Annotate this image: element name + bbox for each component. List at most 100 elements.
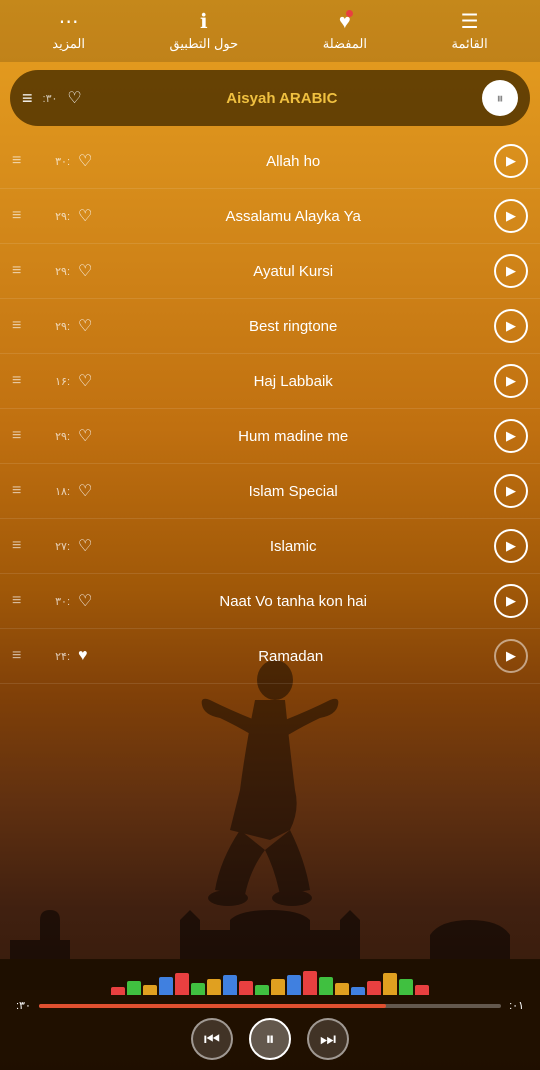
waveform-bar bbox=[255, 985, 269, 995]
about-icon: ℹ bbox=[200, 12, 208, 32]
song-title: Ayatul Kursi bbox=[100, 263, 486, 280]
now-playing-bar: ≡ ‪:۳۰ ♡ Aisyah ARABIC ⏸ bbox=[10, 70, 530, 126]
bottom-player: :۳۰ :۰۱ ⏮ ⏸ ⏭ bbox=[0, 959, 540, 1070]
song-duration: :۱۸ bbox=[42, 485, 70, 498]
now-playing-duration: ‪:۳۰ bbox=[43, 92, 58, 105]
song-duration: :۳۰ bbox=[42, 595, 70, 608]
waveform-bar bbox=[207, 979, 221, 995]
song-title: Best ringtone bbox=[100, 318, 486, 335]
progress-bar[interactable] bbox=[39, 1004, 501, 1008]
play-button[interactable]: ▶ bbox=[494, 309, 528, 343]
nav-more[interactable]: ⋯ المزيد bbox=[52, 12, 85, 52]
progress-row: :۳۰ :۰۱ bbox=[16, 999, 524, 1012]
waveform-bar bbox=[271, 979, 285, 995]
song-item-islam-special: ≡ :۱۸ ♡ Islam Special ▶ bbox=[0, 464, 540, 519]
current-time: :۳۰ bbox=[16, 999, 31, 1012]
song-title: Islamic bbox=[100, 538, 486, 555]
song-duration: :۲۹ bbox=[42, 265, 70, 278]
favorite-heart[interactable]: ♡ bbox=[78, 536, 92, 556]
song-duration: :۲۹ bbox=[42, 210, 70, 223]
drag-handle-icon: ≡ bbox=[12, 317, 34, 335]
play-button[interactable]: ▶ bbox=[494, 144, 528, 178]
nav-about-label: حول التطبيق bbox=[170, 36, 239, 52]
song-title: Hum madine me bbox=[100, 428, 486, 445]
play-button[interactable]: ▶ bbox=[494, 199, 528, 233]
now-playing-menu-icon: ≡ bbox=[22, 88, 33, 109]
drag-handle-icon: ≡ bbox=[12, 592, 34, 610]
play-button[interactable]: ▶ bbox=[494, 529, 528, 563]
play-button[interactable]: ▶ bbox=[494, 584, 528, 618]
next-button[interactable]: ⏭ bbox=[307, 1018, 349, 1060]
waveform-bar bbox=[191, 983, 205, 995]
drag-handle-icon: ≡ bbox=[12, 262, 34, 280]
waveform-bar bbox=[111, 987, 125, 995]
favorite-heart[interactable]: ♡ bbox=[78, 316, 92, 336]
drag-handle-icon: ≡ bbox=[12, 207, 34, 225]
favorite-heart[interactable]: ♥ bbox=[78, 647, 88, 665]
nav-list[interactable]: ☰ القائمة bbox=[451, 12, 487, 52]
favorite-heart[interactable]: ♡ bbox=[78, 206, 92, 226]
waveform-bar bbox=[143, 985, 157, 995]
nav-about[interactable]: ℹ حول التطبيق bbox=[170, 12, 239, 52]
favorites-icon: ♥ bbox=[339, 12, 351, 32]
song-duration: :۲۷ bbox=[42, 540, 70, 553]
waveform-bar bbox=[223, 975, 237, 995]
favorite-heart[interactable]: ♡ bbox=[78, 151, 92, 171]
pause-play-button[interactable]: ⏸ bbox=[249, 1018, 291, 1060]
song-item-ramadan: ≡ :۲۴ ♥ Ramadan ▶ bbox=[0, 629, 540, 684]
waveform-bar bbox=[351, 987, 365, 995]
play-button[interactable]: ▶ bbox=[494, 254, 528, 288]
list-icon: ☰ bbox=[461, 12, 479, 32]
play-button[interactable]: ▶ bbox=[494, 419, 528, 453]
drag-handle-icon: ≡ bbox=[12, 427, 34, 445]
song-title: Naat Vo tanha kon hai bbox=[100, 593, 486, 610]
top-navigation: ⋯ المزيد ℹ حول التطبيق ♥ المفضلة ☰ القائ… bbox=[0, 0, 540, 62]
waveform-bar bbox=[399, 979, 413, 995]
progress-fill bbox=[39, 1004, 386, 1008]
now-playing-heart[interactable]: ♡ bbox=[67, 88, 81, 108]
total-time: :۰۱ bbox=[509, 999, 524, 1012]
waveform-bar bbox=[367, 981, 381, 995]
next-icon: ⏭ bbox=[320, 1029, 336, 1050]
drag-handle-icon: ≡ bbox=[12, 482, 34, 500]
playback-controls: ⏮ ⏸ ⏭ bbox=[16, 1018, 524, 1060]
waveform-bar bbox=[159, 977, 173, 995]
song-duration: :۱۶ bbox=[42, 375, 70, 388]
now-playing-pause-button[interactable]: ⏸ bbox=[482, 80, 518, 116]
previous-button[interactable]: ⏮ bbox=[191, 1018, 233, 1060]
waveform-display bbox=[16, 965, 524, 995]
drag-handle-icon: ≡ bbox=[12, 647, 34, 665]
song-duration: :۳۰ bbox=[42, 155, 70, 168]
drag-handle-icon: ≡ bbox=[12, 537, 34, 555]
nav-favorites[interactable]: ♥ المفضلة bbox=[323, 12, 367, 52]
waveform-bar bbox=[335, 983, 349, 995]
favorite-heart[interactable]: ♡ bbox=[78, 261, 92, 281]
prev-icon: ⏮ bbox=[204, 1029, 220, 1050]
favorite-heart[interactable]: ♡ bbox=[78, 591, 92, 611]
play-button[interactable]: ▶ bbox=[494, 639, 528, 673]
song-item-best-ringtone: ≡ :۲۹ ♡ Best ringtone ▶ bbox=[0, 299, 540, 354]
more-icon: ⋯ bbox=[59, 12, 79, 32]
drag-handle-icon: ≡ bbox=[12, 372, 34, 390]
favorite-heart[interactable]: ♡ bbox=[78, 481, 92, 501]
pause-play-icon: ⏸ bbox=[266, 1029, 275, 1050]
song-duration: :۲۹ bbox=[42, 320, 70, 333]
song-list: ≡ :۳۰ ♡ Allah ho ▶ ≡ :۲۹ ♡ Assalamu Alay… bbox=[0, 134, 540, 684]
song-title: Assalamu Alayka Ya bbox=[100, 208, 486, 225]
play-button[interactable]: ▶ bbox=[494, 474, 528, 508]
waveform-bar bbox=[239, 981, 253, 995]
waveform-bar bbox=[415, 985, 429, 995]
song-title: Ramadan bbox=[96, 648, 487, 665]
song-title: Islam Special bbox=[100, 483, 486, 500]
nav-favorites-label: المفضلة bbox=[323, 36, 367, 52]
play-button[interactable]: ▶ bbox=[494, 364, 528, 398]
waveform-bar bbox=[319, 977, 333, 995]
now-playing-title: Aisyah ARABIC bbox=[92, 90, 472, 107]
song-title: Allah ho bbox=[100, 153, 486, 170]
song-item-hum-madine: ≡ :۲۹ ♡ Hum madine me ▶ bbox=[0, 409, 540, 464]
waveform-bar bbox=[303, 971, 317, 995]
favorite-heart[interactable]: ♡ bbox=[78, 371, 92, 391]
nav-more-label: المزيد bbox=[52, 36, 85, 52]
song-item-allah-ho: ≡ :۳۰ ♡ Allah ho ▶ bbox=[0, 134, 540, 189]
favorite-heart[interactable]: ♡ bbox=[78, 426, 92, 446]
